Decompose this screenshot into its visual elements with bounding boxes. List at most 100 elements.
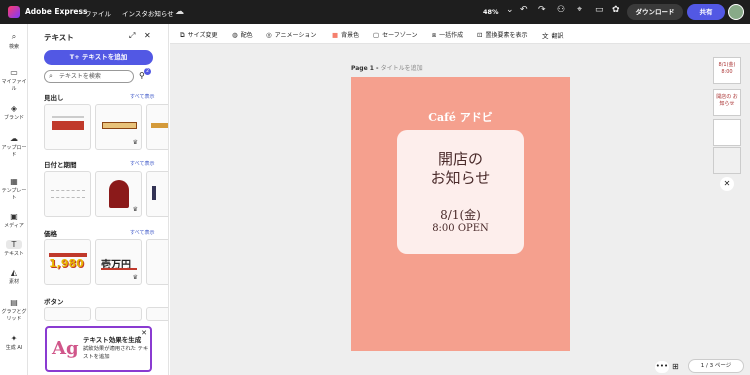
filter-icon[interactable]: ⚲ 2 [139,68,151,80]
undo-icon[interactable]: ↶ [520,5,528,15]
expand-icon[interactable]: ⤢ [129,31,135,40]
background-swatch-icon: ■ [332,31,339,39]
rail-item-gen-ai[interactable]: ✦ 生成 AI [0,334,28,351]
brand-icon: ◈ [10,104,18,113]
page-title-placeholder[interactable]: タイトルを追加 [381,65,423,72]
generate-text-effects-card[interactable]: Ag テキスト効果を生成 試飲効果が適用された テキストを追加 ✕ [45,326,152,372]
text-add-icon: T+ [69,53,82,61]
document-title[interactable]: インスタお知らせ [122,8,174,18]
page-thumbnail[interactable] [713,119,741,146]
price-template-thumb[interactable] [146,239,168,285]
text-icon: T [6,240,22,249]
app-name: Adobe Express [25,7,88,16]
time-text[interactable]: 8:00 OPEN [397,223,524,234]
download-button[interactable]: ダウンロード [627,4,683,20]
media-icon: ▣ [10,212,18,221]
panel-title: テキスト [44,33,74,42]
announcement-card[interactable]: 開店の お知らせ 8/1(金) 8:00 OPEN [397,130,524,254]
more-options-icon[interactable]: ••• [655,361,669,373]
heading-banner-shape [52,121,84,130]
text-effect-sample-icon: Ag [52,338,79,359]
add-page-thumbnail[interactable] [713,147,741,174]
color-palette-button[interactable]: ◍ 配色 [232,30,253,39]
page-thumbnail[interactable]: 開店の お知らせ [713,89,741,116]
close-icon[interactable]: ✕ [720,177,734,191]
section-title-headings: 見出し [44,94,64,102]
rail-item-elements[interactable]: ◭ 素材 [0,268,28,285]
rail-item-templates[interactable]: ▦ テンプレート [0,177,28,201]
promo-description: 試飲効果が適用された テキストを追加 [83,346,149,360]
shapes-icon: ◭ [10,268,18,277]
page-counter[interactable]: 1 / 3 ページ [688,359,744,373]
premium-crown-icon: ♛ [132,139,138,146]
section-title-price: 価格 [44,230,57,238]
avatar[interactable] [728,4,744,20]
sparkle-icon: ✦ [10,334,18,343]
background-color-button[interactable]: ■ 背景色 [332,30,359,39]
price-template-thumb[interactable]: 壱万円 ♛ [95,239,142,285]
safe-zone-button[interactable]: ▢ セーフゾーン [373,30,418,39]
palette-icon: ◍ [232,31,238,39]
folder-icon: ▭ [10,68,18,77]
upload-icon: ☁ [10,134,18,143]
date-template-thumb[interactable] [44,171,91,217]
search-input[interactable]: ⌕ テキストを検索 [44,70,134,83]
location-icon[interactable]: ⌖ [577,5,582,15]
poster-page[interactable]: Café アドビ 開店の お知らせ 8/1(金) 8:00 OPEN [351,77,570,351]
adobe-express-logo[interactable] [8,6,20,18]
button-template-thumb[interactable] [44,307,91,321]
filter-badge: 2 [144,68,151,75]
grid-view-icon[interactable]: ⊞ [672,362,679,371]
resize-button[interactable]: ⧉ サイズ変更 [180,30,217,40]
cloud-icon[interactable]: ☁ [175,7,184,17]
date-template-thumb[interactable] [146,171,168,217]
share-button[interactable]: 共有 [687,4,725,20]
context-toolbar: ⧉ サイズ変更 ◍ 配色 ◎ アニメーション ■ 背景色 ▢ セーフゾーン ⧈ 一括作成 ⊡… [170,24,750,44]
animation-button[interactable]: ◎ アニメーション [266,30,316,39]
see-all-link[interactable]: すべて表示 [130,93,154,100]
bulk-create-icon: ⧈ [432,31,437,39]
rail-item-media[interactable]: ▣ メディア [0,212,28,229]
close-icon[interactable]: ✕ [144,31,151,40]
button-template-thumb[interactable] [95,307,142,321]
date-badge-shape [109,180,129,208]
heading-template-thumb[interactable]: ♛ [95,104,142,150]
translate-icon: 文 [542,32,549,40]
page-label[interactable]: Page 1 - タイトルを追加 [351,63,423,72]
rail-item-search[interactable]: ⌕ 検索 [0,32,28,50]
file-menu[interactable]: ファイル [85,8,111,18]
price-template-thumb[interactable]: 1,980 [44,239,91,285]
heading-template-thumb[interactable] [44,104,91,150]
see-all-link[interactable]: すべて表示 [130,160,154,167]
heading-text[interactable]: 開店の お知らせ [397,150,524,188]
section-title-button: ボタン [44,298,64,306]
promo-title: テキスト効果を生成 [83,336,142,344]
rail-item-text[interactable]: T テキスト [0,240,28,257]
page-thumbnail[interactable]: 8/1(金) 8:00 [713,57,741,84]
user-add-icon[interactable]: ⚇ [557,5,565,15]
rail-item-brand[interactable]: ◈ ブランド [0,104,28,121]
zoom-level[interactable]: 48% [483,8,499,16]
gift-icon[interactable]: ✿ [612,5,620,15]
add-text-button[interactable]: T+ テキストを追加 [44,50,153,65]
left-rail: ⌕ 検索 ▭ マイファイル ◈ ブランド ☁ アップロード ▦ テンプレート ▣ メディア … [0,24,28,375]
redo-icon[interactable]: ↷ [538,5,546,15]
see-all-link[interactable]: すべて表示 [130,229,154,236]
cafe-name-text[interactable]: Café アドビ [351,109,570,125]
rail-item-charts[interactable]: ▤ グラフとグリッド [0,298,28,322]
heading-ribbon-shape [102,122,137,129]
button-template-thumb[interactable] [146,307,168,321]
date-text[interactable]: 8/1(金) [397,206,524,223]
rail-item-my-files[interactable]: ▭ マイファイル [0,68,28,92]
rail-item-upload[interactable]: ☁ アップロード [0,134,28,158]
comment-icon[interactable]: ▭ [595,5,604,15]
translate-button[interactable]: 文翻訳 [542,30,564,40]
heading-template-thumb[interactable] [146,104,168,150]
close-icon[interactable]: ✕ [141,329,147,337]
date-template-thumb[interactable]: ♛ [95,171,142,217]
top-bar: Adobe Express ファイル インスタお知らせ ☁ 48% ⌄ ↶ ↷ … [0,0,750,24]
zoom-chevron-icon[interactable]: ⌄ [506,5,514,15]
bulk-create-button[interactable]: ⧈ 一括作成 [432,30,463,40]
search-icon: ⌕ [49,72,53,80]
show-replaceable-button[interactable]: ⊡ 置換要素を表示 [477,30,527,39]
